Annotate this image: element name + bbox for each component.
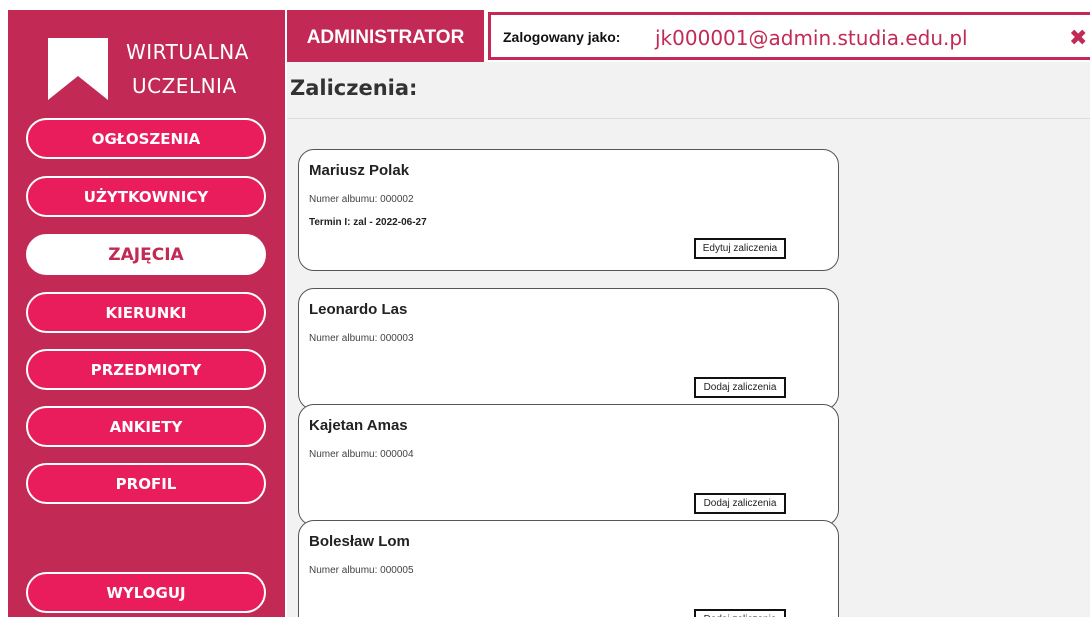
student-card: Leonardo Las Numer albumu: 000003 Dodaj …: [298, 288, 839, 410]
student-name: Leonardo Las: [309, 301, 408, 318]
nav-przedmioty-button[interactable]: PRZEDMIOTY: [26, 349, 266, 390]
login-bar: Zalogowany jako: jk000001@admin.studia.e…: [488, 12, 1090, 60]
logout-button[interactable]: WYLOGUJ: [26, 572, 266, 613]
nav-ogloszenia-button[interactable]: OGŁOSZENIA: [26, 118, 266, 159]
bookmark-icon: [48, 38, 108, 100]
edit-grades-button[interactable]: Edytuj zaliczenia: [694, 238, 786, 259]
student-album-number: Numer albumu: 000005: [309, 565, 414, 576]
role-tab: ADMINISTRATOR: [287, 10, 484, 62]
student-card: Bolesław Lom Numer albumu: 000005 Dodaj …: [298, 520, 839, 617]
nav-kierunki-button[interactable]: KIERUNKI: [26, 292, 266, 333]
add-grades-button[interactable]: Dodaj zaliczenia: [694, 377, 786, 398]
student-name: Mariusz Polak: [309, 162, 410, 179]
main-content: Zaliczenia: Mariusz Polak Numer albumu: …: [287, 62, 1090, 617]
add-grades-button[interactable]: Dodaj zaliczenia: [694, 493, 786, 514]
login-email: jk000001@admin.studia.edu.pl: [655, 26, 968, 50]
student-term: Termin I: zal - 2022-06-27: [309, 217, 427, 228]
nav-profil-button[interactable]: PROFIL: [26, 463, 266, 504]
logo-text-line2: UCZELNIA: [132, 74, 237, 98]
nav-ankiety-button[interactable]: ANKIETY: [26, 406, 266, 447]
title-divider: [287, 118, 1090, 119]
sidebar: WIRTUALNA UCZELNIA OGŁOSZENIA UŻYTKOWNIC…: [8, 10, 285, 617]
student-name: Bolesław Lom: [309, 533, 410, 550]
logo: WIRTUALNA UCZELNIA: [48, 38, 268, 108]
add-grades-button[interactable]: Dodaj zaliczenia: [694, 609, 786, 617]
nav-zajecia-button[interactable]: ZAJĘCIA: [26, 234, 266, 275]
nav-uzytkownicy-button[interactable]: UŻYTKOWNICY: [26, 176, 266, 217]
student-album-number: Numer albumu: 000002: [309, 194, 414, 205]
page-title: Zaliczenia:: [290, 76, 418, 100]
student-album-number: Numer albumu: 000003: [309, 333, 414, 344]
student-name: Kajetan Amas: [309, 417, 408, 434]
login-label: Zalogowany jako:: [503, 29, 621, 45]
student-card: Mariusz Polak Numer albumu: 000002 Termi…: [298, 149, 839, 271]
close-icon[interactable]: ✖: [1069, 25, 1087, 51]
logo-text-line1: WIRTUALNA: [126, 40, 249, 64]
student-card: Kajetan Amas Numer albumu: 000004 Dodaj …: [298, 404, 839, 526]
student-album-number: Numer albumu: 000004: [309, 449, 414, 460]
